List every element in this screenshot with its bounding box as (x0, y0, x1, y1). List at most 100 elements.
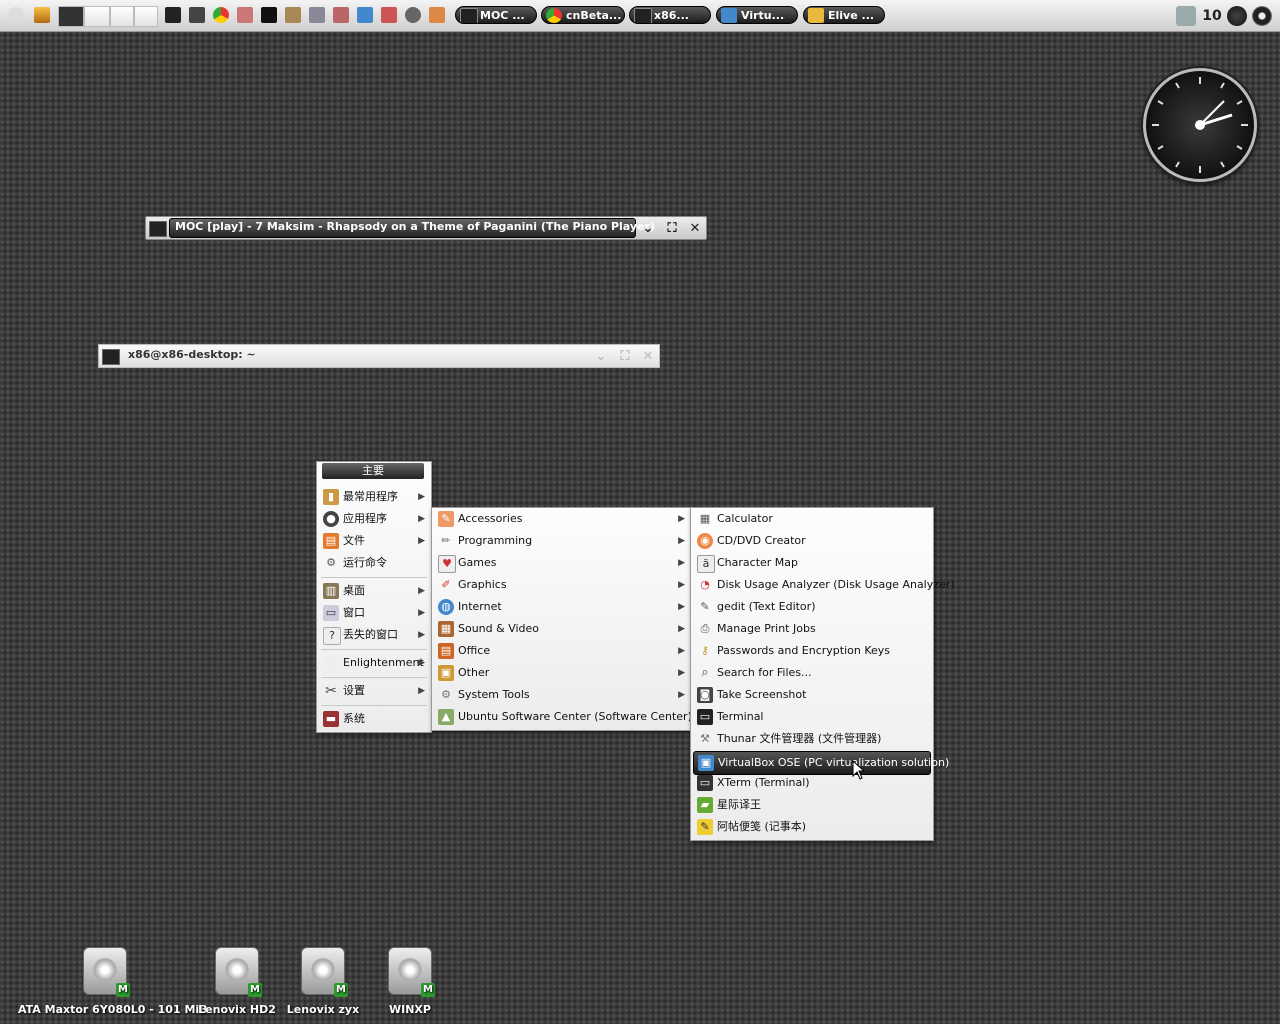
menu-item-terminal[interactable]: ▭ Terminal (691, 706, 933, 728)
pager-desk-3[interactable] (110, 6, 134, 27)
menu-item-print-jobs[interactable]: ⎙ Manage Print Jobs (691, 618, 933, 640)
file-manager-icon: ⚒ (700, 732, 710, 745)
file-manager-launcher-icon[interactable] (34, 7, 50, 23)
accessories-icon: ✎ (438, 511, 454, 527)
menu-item-games[interactable]: ♥ Games ▶ (432, 552, 691, 574)
task-elive[interactable]: Elive ... (803, 6, 885, 24)
task-terminal[interactable]: x86... (629, 6, 711, 24)
other-icon: ▣ (438, 665, 454, 681)
task-moc[interactable]: MOC ... (455, 6, 537, 24)
bookmark-icon: ▮ (323, 489, 339, 505)
menu-item-files[interactable]: ▤ 文件 ▶ (317, 530, 431, 552)
game-launcher-icon[interactable] (381, 7, 397, 23)
menu-item-system[interactable]: ▬ 系统 (317, 708, 431, 730)
image-launcher-icon[interactable] (429, 7, 445, 23)
desktop-icon-maxtor[interactable]: M ATA Maxtor 6Y080L0 - 101 MiB (18, 947, 208, 1016)
terminal-launcher-icon[interactable] (165, 7, 181, 23)
menu-item-passwords[interactable]: ⚷ Passwords and Encryption Keys (691, 640, 933, 662)
pager-desk-1[interactable] (58, 6, 84, 27)
desktop-icon-label: Lenovix HD2 (198, 1003, 276, 1016)
maximize-icon[interactable]: ⛶ (663, 220, 681, 237)
screen-launcher-icon[interactable] (189, 7, 205, 23)
close-icon[interactable]: ✕ (686, 220, 704, 237)
menu-item-lost-windows[interactable]: ? 丢失的窗口 ▶ (317, 624, 431, 646)
maximize-icon[interactable]: ⛶ (616, 348, 634, 365)
tool-launcher-icon[interactable] (333, 7, 349, 23)
arrow-right-icon: ▶ (678, 514, 685, 524)
desktop-icon-winxp[interactable]: M WINXP (372, 947, 448, 1016)
menu-item-frequent[interactable]: ▮ 最常用程序 ▶ (317, 486, 431, 508)
chevron-down-icon[interactable]: ⌄ (639, 220, 657, 237)
desktop-icon-label: Lenovix zyx (286, 1003, 360, 1016)
settings-launcher-icon[interactable] (309, 7, 325, 23)
menu-item-cd-creator[interactable]: ◉ CD/DVD Creator (691, 530, 933, 552)
menu-item-stardict[interactable]: ▰ 星际译王 (691, 794, 933, 816)
menu-item-enlightenment[interactable]: Enlightenment ▶ (317, 652, 431, 674)
pager-desk-4[interactable] (134, 6, 158, 27)
arrow-right-icon: ▶ (678, 580, 685, 590)
terminal-icon (102, 349, 120, 365)
desktop-icon-lenovix-zyx[interactable]: M Lenovix zyx (282, 947, 364, 1016)
console-launcher-icon[interactable] (261, 7, 277, 23)
menu-item-system-tools[interactable]: ⚙ System Tools ▶ (432, 684, 691, 706)
moc-window[interactable]: MOC [play] - 7 Maksim - Rhapsody on a Th… (145, 216, 707, 240)
menu-item-desktop[interactable]: ▥ 桌面 ▶ (317, 580, 431, 602)
applications-menu: ✎ Accessories ▶ ✏ Programming ▶ ♥ Games ▶ ✐ Gra… (431, 507, 692, 731)
menu-item-office[interactable]: ▤ Office ▶ (432, 640, 691, 662)
menu-item-internet[interactable]: ◍ Internet ▶ (432, 596, 691, 618)
hard-disk-icon: M (388, 947, 435, 997)
mounted-badge-icon: M (334, 983, 348, 997)
menu-item-sound-video[interactable]: ▦ Sound & Video ▶ (432, 618, 691, 640)
menu-separator (321, 649, 427, 650)
pager-desk-2[interactable] (84, 6, 110, 27)
menu-item-settings[interactable]: ✂ 设置 ▶ (317, 680, 431, 702)
menu-item-disk-usage[interactable]: ◔ Disk Usage Analyzer (Disk Usage Analyze… (691, 574, 954, 596)
menu-separator (321, 677, 427, 678)
hard-disk-icon: M (83, 947, 130, 997)
close-icon[interactable]: ✕ (639, 348, 657, 365)
webcam-launcher-icon[interactable] (405, 7, 421, 23)
menu-item-graphics[interactable]: ✐ Graphics ▶ (432, 574, 691, 596)
virtualbox-icon (721, 8, 737, 23)
terminal-window-title: x86@x86-desktop: ~ (128, 348, 256, 361)
media-launcher-icon[interactable] (285, 7, 301, 23)
menu-item-notepad[interactable]: ✎ 阿帖便笺 (记事本) (691, 816, 933, 838)
menu-separator (321, 577, 427, 578)
menu-item-applications[interactable]: ● 应用程序 ▶ (317, 508, 431, 530)
menu-item-run-command[interactable]: ⚙ 运行命令 (317, 552, 431, 574)
menu-item-calculator[interactable]: ▦ Calculator (691, 508, 933, 530)
power-tray-icon[interactable] (1252, 6, 1272, 26)
menu-item-gedit[interactable]: ✎ gedit (Text Editor) (691, 596, 933, 618)
virtualbox-launcher-icon[interactable] (357, 7, 373, 23)
top-shelf: MOC ... cnBeta... x86... Virtu... Elive … (0, 0, 1280, 32)
tray-clock[interactable]: 10 (1201, 6, 1223, 26)
chevron-down-icon[interactable]: ⌄ (592, 348, 610, 365)
settings-icon: ✂ (325, 683, 337, 699)
menu-item-other[interactable]: ▣ Other ▶ (432, 662, 691, 684)
task-cnbeta[interactable]: cnBeta... (541, 6, 625, 24)
sound-video-icon: ▦ (438, 621, 454, 637)
menu-item-xterm[interactable]: ▭ XTerm (Terminal) (691, 772, 933, 794)
menu-item-accessories[interactable]: ✎ Accessories ▶ (432, 508, 691, 530)
menu-item-programming[interactable]: ✏ Programming ▶ (432, 530, 691, 552)
menu-item-thunar[interactable]: ⚒ Thunar 文件管理器 (文件管理器) (691, 728, 933, 750)
menu-item-software-center[interactable]: ▲ Ubuntu Software Center (Software Center… (432, 706, 692, 728)
text-editor-icon: ✎ (700, 600, 710, 613)
task-virtualbox[interactable]: Virtu... (716, 6, 798, 24)
desktop-icon-lenovix-hd2[interactable]: M Lenovix HD2 (196, 947, 278, 1016)
virtualbox-icon: ▣ (698, 755, 714, 771)
terminal-window[interactable]: x86@x86-desktop: ~ ⌄ ⛶ ✕ (98, 344, 660, 368)
menu-item-screenshot[interactable]: ◙ Take Screenshot (691, 684, 933, 706)
chrome-launcher-icon[interactable] (213, 7, 229, 23)
app-launcher-icon[interactable] (237, 7, 253, 23)
menu-item-windows[interactable]: ▭ 窗口 ▶ (317, 602, 431, 624)
menu-item-character-map[interactable]: ä Character Map (691, 552, 933, 574)
network-tray-icon[interactable] (1176, 6, 1196, 26)
start-menu-icon[interactable] (8, 7, 24, 23)
internet-icon: ◍ (438, 599, 454, 615)
clock-tray-icon[interactable] (1227, 6, 1247, 26)
programming-icon: ✏ (441, 534, 451, 547)
menu-item-search-files[interactable]: ⌕ Search for Files... (691, 662, 933, 684)
hard-disk-icon: M (215, 947, 262, 997)
desktop-icon-label: ATA Maxtor 6Y080L0 - 101 MiB (18, 1003, 208, 1016)
